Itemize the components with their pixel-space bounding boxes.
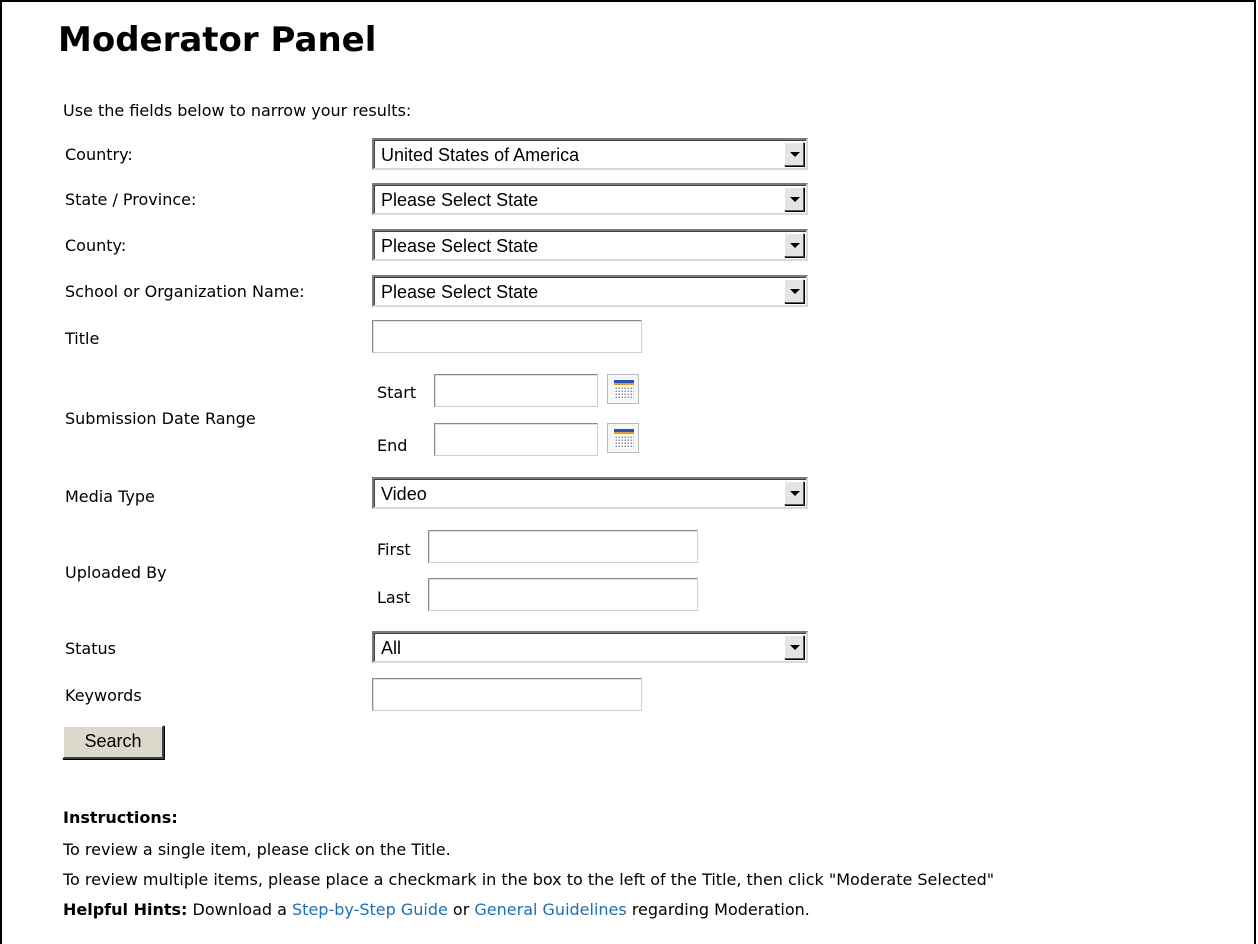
- media-type-label: Media Type: [65, 487, 155, 506]
- keywords-input[interactable]: [372, 678, 642, 711]
- state-select[interactable]: Please Select State: [372, 183, 808, 215]
- status-label: Status: [65, 639, 116, 658]
- county-label: County:: [65, 236, 127, 255]
- intro-text: Use the fields below to narrow your resu…: [63, 101, 412, 120]
- chevron-down-icon[interactable]: [784, 279, 804, 303]
- county-select[interactable]: Please Select State: [372, 229, 808, 261]
- country-select[interactable]: United States of America: [372, 138, 808, 170]
- school-select-value: Please Select State: [381, 282, 539, 302]
- step-by-step-guide-link[interactable]: Step-by-Step Guide: [292, 900, 448, 919]
- hints-text-post: regarding Moderation.: [626, 900, 810, 919]
- last-label: Last: [377, 588, 411, 607]
- title-label: Title: [65, 329, 100, 348]
- keywords-label: Keywords: [65, 686, 142, 705]
- instructions-line-1: To review a single item, please click on…: [63, 840, 451, 859]
- country-select-value: United States of America: [381, 145, 580, 165]
- start-label: Start: [377, 383, 417, 402]
- status-select[interactable]: All: [372, 631, 808, 663]
- status-select-value: All: [381, 638, 402, 658]
- first-name-input[interactable]: [428, 530, 698, 563]
- school-select[interactable]: Please Select State: [372, 275, 808, 307]
- chevron-down-icon[interactable]: [784, 187, 804, 211]
- country-label: Country:: [65, 145, 133, 164]
- helpful-hints-label: Helpful Hints:: [63, 900, 188, 919]
- hints-text-mid: or: [447, 900, 475, 919]
- page-title: Moderator Panel: [58, 20, 377, 60]
- helpful-hints: Helpful Hints: Download a Step-by-Step G…: [63, 900, 810, 919]
- chevron-down-icon[interactable]: [784, 142, 804, 166]
- title-input[interactable]: [372, 320, 642, 353]
- start-date-input[interactable]: [434, 374, 598, 407]
- first-label: First: [377, 540, 411, 559]
- state-label: State / Province:: [65, 190, 197, 209]
- uploaded-by-label: Uploaded By: [65, 563, 167, 582]
- date-range-label: Submission Date Range: [65, 409, 256, 428]
- last-name-input[interactable]: [428, 578, 698, 611]
- county-select-value: Please Select State: [381, 236, 539, 256]
- state-select-value: Please Select State: [381, 190, 539, 210]
- calendar-icon[interactable]: [607, 374, 639, 404]
- end-label: End: [377, 436, 408, 455]
- instructions-heading: Instructions:: [63, 808, 178, 827]
- general-guidelines-link[interactable]: General Guidelines: [474, 900, 626, 919]
- search-button[interactable]: Search: [62, 725, 164, 759]
- school-label: School or Organization Name:: [65, 282, 305, 301]
- chevron-down-icon[interactable]: [784, 635, 804, 659]
- chevron-down-icon[interactable]: [784, 481, 804, 505]
- chevron-down-icon[interactable]: [784, 233, 804, 257]
- end-date-input[interactable]: [434, 423, 598, 456]
- media-type-select-value: Video: [381, 484, 427, 504]
- hints-text-pre: Download a: [187, 900, 293, 919]
- calendar-icon[interactable]: [607, 423, 639, 453]
- media-type-select[interactable]: Video: [372, 477, 808, 509]
- instructions-line-2: To review multiple items, please place a…: [63, 870, 995, 889]
